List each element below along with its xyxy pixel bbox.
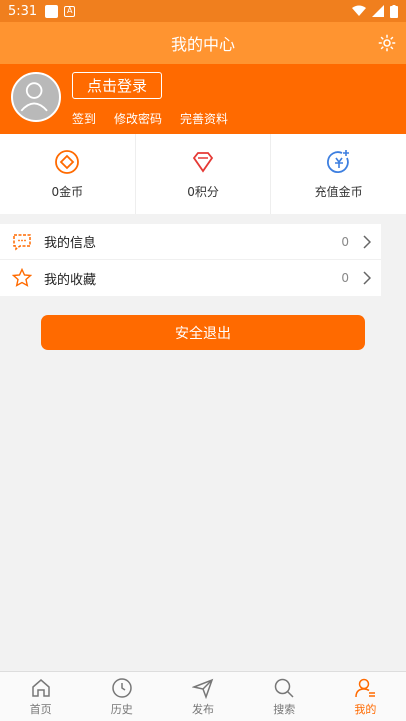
- gear-icon[interactable]: [378, 34, 396, 52]
- stat-recharge[interactable]: 充值金币: [271, 134, 406, 214]
- user-icon: [355, 678, 376, 697]
- avatar[interactable]: [11, 72, 61, 122]
- logout-button[interactable]: 安全退出: [41, 315, 365, 350]
- tab-history[interactable]: 历史: [81, 672, 162, 721]
- diamond-icon: [192, 151, 214, 173]
- star-icon: [12, 268, 32, 287]
- stat-recharge-label: 充值金币: [314, 184, 363, 199]
- tab-home-label: 首页: [29, 702, 52, 716]
- menu-item-messages[interactable]: 我的信息 0: [0, 224, 381, 260]
- complete-profile-link[interactable]: 完善资料: [180, 110, 228, 127]
- message-icon: [13, 233, 31, 250]
- tab-home[interactable]: 首页: [0, 672, 81, 721]
- profile-links: 签到 修改密码 完善资料: [72, 110, 228, 127]
- menu-list: 我的信息 0 我的收藏 0: [0, 224, 381, 296]
- stat-points-label: 0积分: [187, 184, 219, 199]
- menu-item-favorites-label: 我的收藏: [44, 272, 97, 288]
- clock-icon: [112, 677, 132, 698]
- tab-bar: 首页 历史 发布 搜索 我的: [0, 671, 406, 721]
- tab-mine[interactable]: 我的: [325, 672, 406, 721]
- tab-search-label: 搜索: [273, 702, 296, 716]
- home-icon: [31, 678, 50, 697]
- stat-coins-label: 0金币: [51, 184, 84, 199]
- stat-points[interactable]: 0积分: [136, 134, 272, 214]
- user-placeholder-icon: [20, 82, 48, 112]
- stats-bar: 0金币 0积分 充值金币: [0, 134, 406, 214]
- tab-publish-label: 发布: [192, 702, 214, 716]
- wifi-icon: [352, 5, 366, 16]
- checkin-link[interactable]: 签到: [72, 110, 96, 127]
- recharge-icon: [326, 149, 349, 173]
- profile-panel: 点击登录 签到 修改密码 完善资料: [0, 64, 406, 134]
- change-password-link[interactable]: 修改密码: [114, 110, 162, 127]
- chevron-right-icon: [363, 234, 371, 249]
- menu-item-messages-label: 我的信息: [44, 236, 97, 251]
- a-icon: A: [64, 5, 76, 17]
- menu-item-messages-count: 0: [341, 234, 349, 249]
- coin-icon: [55, 149, 80, 174]
- stat-coins[interactable]: 0金币: [0, 134, 136, 214]
- tab-publish[interactable]: 发布: [162, 672, 243, 721]
- send-icon: [192, 678, 214, 699]
- status-time: 5:31: [8, 3, 38, 19]
- header: 我的中心: [0, 22, 406, 64]
- page-title: 我的中心: [170, 35, 235, 54]
- chevron-right-icon: [363, 271, 371, 285]
- tab-search[interactable]: 搜索: [244, 672, 325, 721]
- signal-icon: [372, 5, 384, 17]
- menu-item-favorites-count: 0: [341, 271, 349, 285]
- menu-item-favorites[interactable]: 我的收藏 0: [0, 260, 381, 296]
- battery-icon: [390, 4, 398, 18]
- status-bar: 5:31 A: [0, 0, 406, 22]
- login-button[interactable]: 点击登录: [72, 72, 162, 99]
- tab-mine-label: 我的: [354, 702, 377, 716]
- search-icon: [274, 678, 294, 698]
- tab-history-label: 历史: [110, 702, 133, 716]
- notification-icon: [45, 4, 59, 18]
